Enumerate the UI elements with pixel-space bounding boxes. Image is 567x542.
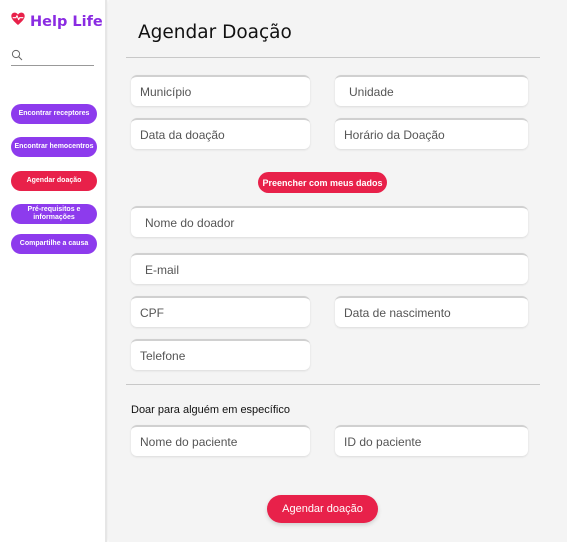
title-divider — [126, 57, 540, 58]
nome-paciente-field[interactable] — [131, 425, 310, 456]
nome-doador-field[interactable] — [131, 206, 528, 237]
data-nascimento-field[interactable] — [335, 296, 528, 327]
unidade-field[interactable] — [335, 75, 528, 106]
search-icon — [11, 48, 23, 66]
email-field[interactable] — [131, 253, 528, 284]
section-divider — [126, 384, 540, 385]
logo-text: Help Life — [30, 13, 103, 30]
horario-doacao-field[interactable] — [335, 118, 528, 149]
page-title: Agendar Doação — [138, 22, 292, 43]
telefone-field[interactable] — [131, 339, 310, 370]
logo[interactable]: Help Life — [10, 11, 103, 32]
municipio-field[interactable] — [131, 75, 310, 106]
main-content: Agendar Doação Preencher com meus dados … — [109, 0, 567, 542]
id-paciente-field[interactable] — [335, 425, 528, 456]
cpf-field[interactable] — [131, 296, 310, 327]
nav-encontrar-receptores[interactable]: Encontrar receptores — [11, 104, 97, 124]
fill-my-data-button[interactable]: Preencher com meus dados — [258, 172, 387, 193]
sidebar: Help Life Encontrar receptores Encontrar… — [0, 0, 107, 542]
search-bar[interactable] — [11, 48, 94, 66]
schedule-donation-button[interactable]: Agendar doação — [267, 495, 378, 523]
search-input[interactable] — [27, 48, 87, 65]
data-doacao-field[interactable] — [131, 118, 310, 149]
nav-encontrar-hemocentros[interactable]: Encontrar hemocentros — [11, 137, 97, 157]
specific-recipient-label: Doar para alguém em específico — [131, 404, 290, 416]
nav-pre-requisitos[interactable]: Pré-requisitos e informações — [11, 204, 97, 224]
nav-compartilhe[interactable]: Compartilhe a causa — [11, 234, 97, 254]
nav-agendar-doacao[interactable]: Agendar doação — [11, 171, 97, 191]
heart-pulse-icon — [10, 11, 26, 32]
